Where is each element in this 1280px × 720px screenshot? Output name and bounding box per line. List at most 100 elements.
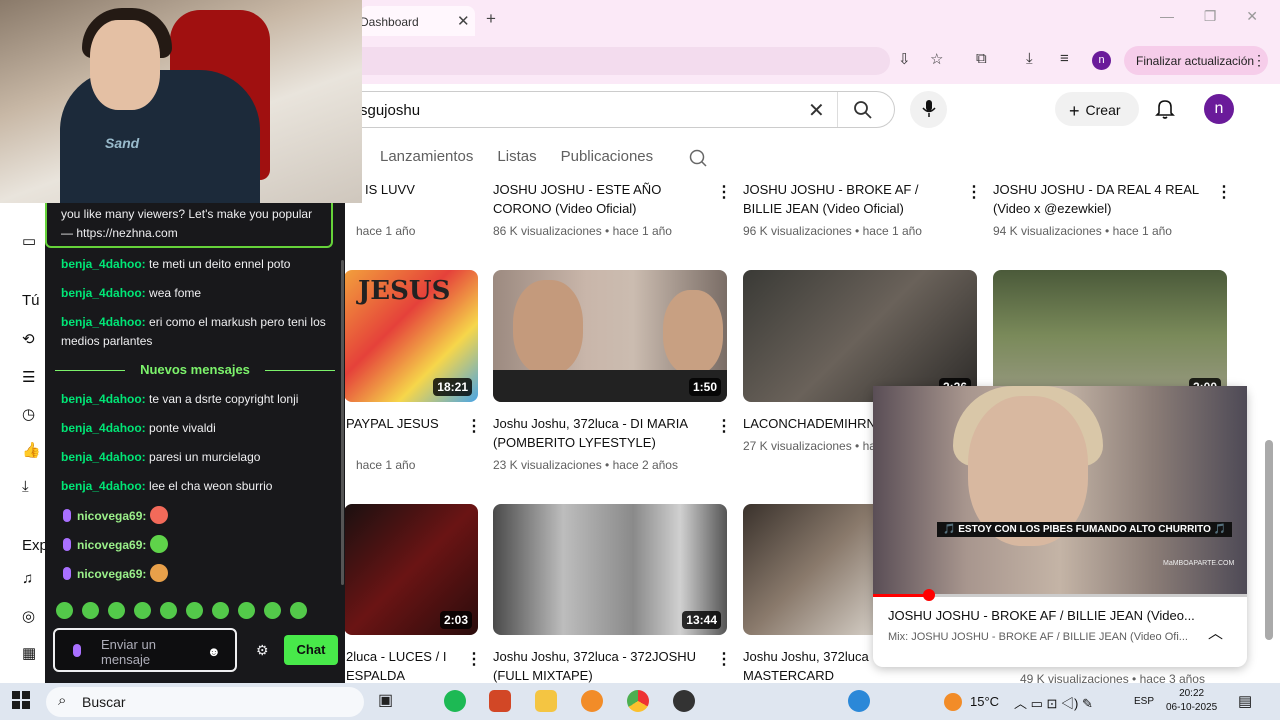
sidebar-explore[interactable]: Exp [22, 537, 48, 554]
emote-icon[interactable] [56, 602, 73, 619]
search-input[interactable]: sgujoshu ✕ [360, 91, 895, 128]
channel-search-icon[interactable] [688, 148, 708, 171]
chat-username[interactable]: nicovega69: [77, 567, 146, 581]
video-thumbnail[interactable]: 2:26 [743, 270, 977, 402]
video-title[interactable]: JOSHU JOSHU - ESTE AÑO CORONO (Video Ofi… [493, 180, 703, 218]
profile-avatar[interactable]: n [1092, 51, 1111, 70]
chat-username[interactable]: benja_4dahoo: [61, 315, 146, 329]
video-title[interactable]: JOSHU JOSHU - BROKE AF / BILLIE JEAN (Vi… [743, 180, 958, 218]
browser-app-icon[interactable] [581, 690, 603, 712]
chat-settings-icon[interactable]: ⚙ [256, 642, 269, 659]
chat-send-button[interactable]: Chat [284, 635, 338, 665]
tab-posts[interactable]: Publicaciones [561, 148, 654, 165]
chat-username[interactable]: benja_4dahoo: [61, 479, 146, 493]
bookmark-star-icon[interactable]: ☆ [930, 50, 943, 68]
video-title[interactable]: AT IS LUVV [346, 180, 466, 199]
video-title[interactable]: Joshu Joshu, 372luca - DI MARIA (POMBERI… [493, 414, 703, 452]
file-explorer-icon[interactable] [535, 690, 557, 712]
emote-icon[interactable] [238, 602, 255, 619]
chat-username[interactable]: benja_4dahoo: [61, 421, 146, 435]
events-icon[interactable]: ▦ [22, 644, 36, 662]
clock[interactable]: 20:22 06-10-2025 [1166, 687, 1217, 715]
video-thumbnail[interactable]: 2:00 [993, 270, 1227, 402]
create-button[interactable]: + Crear [1055, 92, 1139, 126]
media-icon[interactable]: ≡ [1060, 50, 1069, 67]
progress-scrubber[interactable] [923, 589, 936, 601]
tab-dashboard[interactable]: Dashboard ✕ [360, 6, 475, 36]
close-tab-icon[interactable]: ✕ [457, 12, 470, 30]
task-view-icon[interactable]: ▣ [378, 690, 400, 712]
minimize-icon[interactable]: — [1160, 8, 1174, 25]
subscriptions-icon[interactable]: ▭ [22, 232, 36, 250]
more-options-icon[interactable]: ⋮ [466, 416, 482, 436]
chat-username[interactable]: benja_4dahoo: [61, 450, 146, 464]
video-thumbnail[interactable]: 1:50 [493, 270, 727, 402]
video-thumbnail[interactable]: 13:44 [493, 504, 727, 635]
new-tab-icon[interactable]: + [486, 9, 496, 29]
more-options-icon[interactable]: ⋮ [966, 182, 982, 202]
liked-icon[interactable]: 👍 [22, 441, 41, 459]
clear-search-icon[interactable]: ✕ [808, 98, 825, 123]
chat-scrollbar[interactable] [341, 260, 344, 585]
chat-input[interactable]: Enviar un mensaje ☻ [53, 628, 237, 672]
input-language[interactable]: ESP [1134, 696, 1154, 707]
chat-username[interactable]: nicovega69: [77, 538, 146, 552]
weather-icon[interactable] [944, 693, 962, 711]
extensions-icon[interactable]: ⧉ [976, 50, 987, 67]
emote-icon[interactable] [160, 602, 177, 619]
emote-icon[interactable] [264, 602, 281, 619]
voice-search-icon[interactable] [910, 91, 947, 128]
menu-icon[interactable]: ⋮ [1252, 52, 1266, 69]
more-options-icon[interactable]: ⋮ [716, 182, 732, 202]
watch-later-icon[interactable]: ◷ [22, 405, 35, 423]
video-thumbnail[interactable]: 2:03 [344, 504, 478, 635]
chat-username[interactable]: benja_4dahoo: [61, 286, 146, 300]
video-title[interactable]: LACONCHADEMIHRNA [743, 414, 873, 433]
emoji-picker-icon[interactable]: ☻ [207, 644, 221, 659]
music-icon[interactable]: ♫ [22, 570, 33, 587]
chat-username[interactable]: benja_4dahoo: [61, 257, 146, 271]
miniplayer-title[interactable]: JOSHU JOSHU - BROKE AF / BILLIE JEAN (Vi… [888, 608, 1195, 623]
notifications-icon[interactable]: ▤ [1238, 692, 1252, 710]
user-avatar[interactable]: n [1204, 94, 1234, 124]
search-icon[interactable] [853, 100, 873, 123]
video-title[interactable]: Joshu Joshu, 372luca MASTERCARD [743, 647, 873, 685]
help-icon[interactable] [848, 690, 870, 712]
notifications-bell-icon[interactable] [1155, 98, 1175, 123]
tray-icons[interactable]: ︿ ▭ ⊡ ◁) ✎ [1014, 693, 1093, 712]
maximize-icon[interactable]: ❐ [1204, 8, 1217, 25]
downloads-sidebar-icon[interactable]: ⤓ [22, 478, 29, 495]
chevron-up-icon[interactable]: ︿ [1208, 622, 1223, 643]
chat-username[interactable]: benja_4dahoo: [61, 392, 146, 406]
mic-icon[interactable] [73, 644, 81, 657]
chrome-icon[interactable] [627, 690, 649, 712]
powerpoint-icon[interactable] [489, 690, 511, 712]
video-title[interactable]: JOSHU JOSHU - DA REAL 4 REAL (Video x @e… [993, 180, 1208, 218]
gaming-icon[interactable]: ◎ [22, 607, 35, 625]
emote-icon[interactable] [82, 602, 99, 619]
video-title[interactable]: Joshu Joshu, 372luca - 372JOSHU (FULL MI… [493, 647, 708, 685]
playlists-icon[interactable]: ☰ [22, 368, 35, 386]
chat-username[interactable]: nicovega69: [77, 509, 146, 523]
install-app-icon[interactable]: ⇩ [898, 50, 911, 68]
more-options-icon[interactable]: ⋮ [1216, 182, 1232, 202]
emote-icon[interactable] [134, 602, 151, 619]
address-bar[interactable] [360, 47, 890, 75]
more-options-icon[interactable]: ⋮ [716, 416, 732, 436]
emote-icon[interactable] [290, 602, 307, 619]
video-thumbnail[interactable] [743, 504, 883, 635]
emote-icon[interactable] [212, 602, 229, 619]
more-options-icon[interactable]: ⋮ [716, 649, 732, 669]
video-thumbnail[interactable]: JESUS 18:21 [344, 270, 478, 402]
spotify-icon[interactable] [444, 690, 466, 712]
video-title[interactable]: 2luca - LUCES / I ESPALDA [346, 647, 466, 685]
emote-icon[interactable] [108, 602, 125, 619]
tab-releases[interactable]: Lanzamientos [380, 148, 473, 165]
history-icon[interactable]: ⟲ [22, 330, 35, 348]
downloads-icon[interactable]: ⤓ [1026, 50, 1033, 67]
tab-playlists[interactable]: Listas [497, 148, 536, 165]
windows-start-icon[interactable] [12, 691, 30, 709]
sidebar-you[interactable]: Tú [22, 292, 40, 309]
temperature[interactable]: 15°C [970, 694, 999, 709]
close-window-icon[interactable]: ✕ [1246, 8, 1258, 25]
